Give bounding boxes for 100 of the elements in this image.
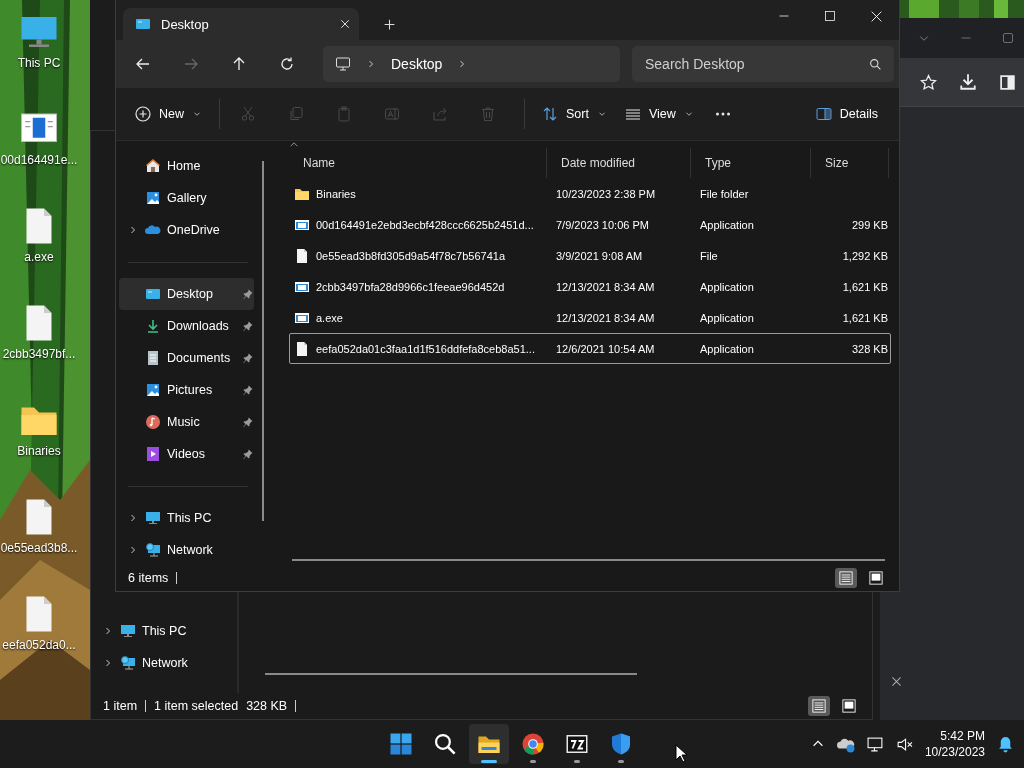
item-count: 6 items	[128, 571, 169, 585]
archive-icon	[565, 732, 589, 756]
file-row[interactable]: 00d164491e2ebd3ecbf428ccc6625b2451d... 7/9/2023 10:06 PM Application 299 KB	[289, 209, 891, 240]
scrollbar[interactable]	[265, 673, 637, 675]
sort-indicator-icon	[289, 141, 299, 148]
sidebar-item[interactable]: Network	[119, 534, 254, 566]
file-type: Application	[699, 280, 755, 293]
back-arrow-icon	[135, 56, 151, 72]
details-button[interactable]: Details	[806, 96, 887, 132]
scrollbar[interactable]	[292, 559, 885, 561]
desktop-icon-label[interactable]: 00d164491e...	[0, 153, 78, 167]
network-icon	[120, 655, 136, 671]
sidebar-item[interactable]: Home	[119, 150, 254, 182]
selection-count: 1 item selected	[154, 699, 239, 713]
sidebar-item[interactable]: This PC	[119, 502, 254, 534]
search-field[interactable]: Search Desktop	[632, 46, 894, 82]
explorer-taskbar-button[interactable]	[469, 724, 509, 764]
view-button[interactable]: View	[615, 96, 703, 132]
sidebar-item[interactable]: Desktop	[119, 278, 254, 310]
close-icon	[890, 675, 903, 688]
monitor-icon	[335, 56, 351, 72]
sidebar-item[interactable]: Downloads	[119, 310, 254, 342]
details-view-button[interactable]	[835, 568, 857, 588]
selection-size: 328 KB	[246, 699, 288, 713]
details-view-button[interactable]	[808, 696, 830, 716]
scrollbar[interactable]	[262, 161, 264, 521]
date-modified: 10/23/2023 2:38 PM	[555, 187, 657, 200]
column-header[interactable]: Name	[289, 148, 547, 178]
chrome-icon	[521, 732, 545, 756]
file-name: eefa052da01c3faa1d1f516ddfefa8ceb8a51...	[316, 342, 535, 355]
date-modified: 12/6/2021 10:54 AM	[555, 342, 656, 355]
sidebar-item[interactable]: Music	[119, 406, 254, 438]
network-icon	[145, 542, 161, 558]
monitor-icon	[120, 623, 136, 639]
file-type: Application	[699, 342, 755, 355]
file-row[interactable]: 2cbb3497bfa28d9966c1feeae96d452d 12/13/2021 8:34 AM Application 1,621 KB	[289, 271, 891, 302]
column-header[interactable]: Size	[811, 148, 889, 178]
desktop-icon-label[interactable]: Binaries	[17, 444, 61, 458]
file-icon	[294, 340, 310, 357]
side-panel-icon	[999, 73, 1016, 91]
windows-logo-icon	[389, 732, 413, 756]
window-tab[interactable]: Desktop	[123, 8, 359, 40]
sidebar-item[interactable]: Pictures	[119, 374, 254, 406]
display-icon	[866, 735, 884, 753]
desktop-icon-label[interactable]: This PC	[17, 56, 61, 70]
sidebar-item[interactable]: Gallery	[119, 182, 254, 214]
file-size: 299 KB	[850, 218, 889, 231]
desktop-icon-label[interactable]: a.exe	[24, 250, 54, 264]
shield-icon	[609, 732, 633, 756]
column-header[interactable]: Type	[691, 148, 811, 178]
video-icon	[145, 446, 161, 462]
sidebar-item[interactable]: Documents	[119, 342, 254, 374]
maximize-icon	[1002, 32, 1014, 44]
file-type: Application	[699, 311, 755, 324]
sidebar-item[interactable]: Network	[94, 647, 229, 679]
tiles-view-icon	[842, 699, 856, 713]
file-row[interactable]: 0e55ead3b8fd305d9a54f78c7b56741a 3/9/2021 9:08 AM File 1,292 KB	[289, 240, 891, 271]
file-icon	[294, 247, 310, 264]
desktop-icon-label[interactable]: 2cbb3497bf...	[2, 347, 76, 361]
file-row[interactable]: eefa052da01c3faa1d1f516ddfefa8ceb8a51... 12/6/2021 10:54 AM Application 328 KB	[289, 333, 891, 364]
music-icon	[145, 414, 161, 430]
up-arrow-icon	[231, 56, 247, 72]
desktop-icon-label[interactable]: 0e55ead3b8...	[0, 541, 78, 555]
tiles-view-icon	[869, 571, 883, 585]
plus-icon	[382, 17, 396, 31]
file-size: 1,621 KB	[841, 311, 889, 324]
monitor-icon	[145, 510, 161, 526]
desktop-icon	[145, 286, 161, 302]
forward-arrow-icon	[183, 56, 199, 72]
download-icon	[959, 73, 977, 91]
file-type: Application	[699, 218, 755, 231]
close-icon	[869, 9, 883, 23]
file-name: a.exe	[316, 311, 343, 324]
breadcrumb[interactable]: Desktop	[391, 56, 443, 72]
maximize-icon	[824, 10, 836, 22]
clock-date[interactable]: 10/23/2023	[924, 744, 985, 760]
item-count: 1 item	[103, 699, 138, 713]
sort-button[interactable]: Sort	[533, 96, 616, 132]
speaker-muted-icon	[895, 735, 913, 753]
date-modified: 3/9/2021 9:08 AM	[555, 249, 644, 262]
file-name: 0e55ead3b8fd305d9a54f78c7b56741a	[316, 249, 506, 262]
house-icon	[145, 158, 161, 174]
desktop-icon-label[interactable]: eefa052da0...	[2, 638, 76, 652]
date-modified: 12/13/2021 8:34 AM	[555, 311, 656, 324]
file-row[interactable]: Binaries 10/23/2023 2:38 PM File folder	[289, 178, 891, 209]
file-type: File folder	[699, 187, 750, 200]
download-icon	[145, 318, 161, 334]
search-icon	[869, 58, 882, 71]
clock-time[interactable]: 5:42 PM	[940, 728, 985, 744]
column-header[interactable]: Date modified	[547, 148, 691, 178]
file-row[interactable]: a.exe 12/13/2021 8:34 AM Application 1,621 KB	[289, 302, 891, 333]
date-modified: 12/13/2021 8:34 AM	[555, 280, 656, 293]
sidebar-item[interactable]: Videos	[119, 438, 254, 470]
image-icon	[145, 190, 161, 206]
address-bar[interactable]: Desktop	[323, 46, 620, 82]
sidebar-item[interactable]: OneDrive	[119, 214, 254, 246]
desktop-icon	[135, 16, 151, 32]
sidebar-item[interactable]: This PC	[94, 615, 229, 647]
document-icon	[145, 350, 161, 366]
new-button[interactable]: New	[126, 96, 211, 132]
